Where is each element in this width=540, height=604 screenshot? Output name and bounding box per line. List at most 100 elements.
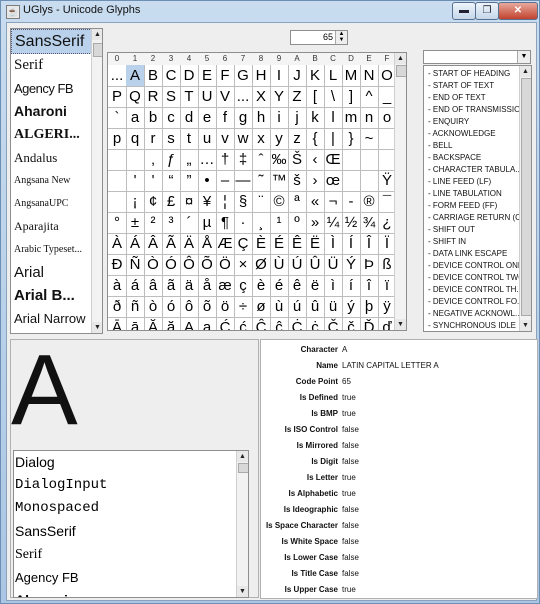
glyph-cell[interactable]: ó	[162, 296, 181, 318]
glyph-cell[interactable]: J	[288, 65, 307, 87]
font-list-bottom[interactable]: Dialog DialogInput Monospaced SansSerif Seri…	[13, 450, 249, 598]
font-list-item[interactable]: Aparajita	[11, 215, 102, 238]
font-list-item[interactable]: Arabic Typeset...	[11, 238, 102, 261]
glyph-cell[interactable]: E	[198, 65, 217, 87]
glyph-cell[interactable]: '	[144, 170, 163, 192]
glyph-cell[interactable]: ü	[324, 296, 343, 318]
glyph-cell[interactable]: n	[360, 107, 379, 129]
glyph-cell[interactable]: Ñ	[126, 254, 145, 276]
glyph-cell[interactable]: z	[288, 128, 307, 150]
glyph-cell[interactable]: r	[144, 128, 163, 150]
glyph-cell[interactable]: [	[306, 86, 325, 108]
code-point-spinner[interactable]: 65 ▲ ▼	[290, 30, 348, 45]
glyph-cell[interactable]: y	[270, 128, 289, 150]
glyph-cell[interactable]	[360, 149, 379, 171]
glyph-cell[interactable]: ă	[162, 317, 181, 330]
glyph-cell[interactable]: §	[234, 191, 253, 213]
font-list-item[interactable]: DialogInput	[14, 474, 248, 497]
scroll-down-icon[interactable]: ▼	[395, 319, 406, 330]
glyph-cell[interactable]: H	[252, 65, 271, 87]
font-list-item[interactable]: Aharoni	[14, 589, 248, 597]
glyph-cell[interactable]: ¹	[270, 212, 289, 234]
glyph-cell[interactable]: ð	[108, 296, 127, 318]
glyph-cell[interactable]: B	[144, 65, 163, 87]
glyph-cell[interactable]: ċ	[306, 317, 325, 330]
control-char-item[interactable]: - DEVICE CONTROL FO...	[424, 296, 531, 308]
glyph-cell[interactable]: ...	[108, 65, 127, 87]
glyph-cell[interactable]: N	[360, 65, 379, 87]
glyph-cell[interactable]: {	[306, 128, 325, 150]
glyph-cell[interactable]: ˜	[252, 170, 271, 192]
glyph-cell[interactable]: ·	[234, 212, 253, 234]
glyph-cell[interactable]: †	[216, 149, 235, 171]
glyph-cell[interactable]: Î	[360, 233, 379, 255]
glyph-cell[interactable]: h	[252, 107, 271, 129]
glyph-cell[interactable]: ¸	[252, 212, 271, 234]
glyph-cell[interactable]: q	[126, 128, 145, 150]
glyph-cell[interactable]: Ă	[144, 317, 163, 330]
font-list-top[interactable]: SansSerif Serif Agency FB Aharoni ALGERI... A…	[10, 28, 103, 334]
glyph-cell[interactable]: ª	[288, 191, 307, 213]
scroll-up-icon[interactable]: ▲	[237, 451, 248, 462]
glyph-cell[interactable]: F	[216, 65, 235, 87]
control-char-item[interactable]: - CHARACTER TABULA...	[424, 164, 531, 176]
glyph-cell[interactable]: œ	[324, 170, 343, 192]
scroll-thumb[interactable]	[93, 43, 102, 57]
glyph-cell[interactable]: …	[198, 149, 217, 171]
chevron-down-icon[interactable]: ▼	[517, 51, 530, 63]
glyph-cell[interactable]: ñ	[126, 296, 145, 318]
glyph-cell[interactable]: g	[234, 107, 253, 129]
control-char-item[interactable]: - START OF HEADING	[424, 68, 531, 80]
glyph-cell[interactable]: j	[288, 107, 307, 129]
glyph-cell[interactable]: č	[342, 317, 361, 330]
control-char-item[interactable]: - BACKSPACE	[424, 152, 531, 164]
glyph-cell[interactable]: V	[216, 86, 235, 108]
glyph-cell[interactable]: Ą	[180, 317, 199, 330]
glyph-cell[interactable]: ¥	[198, 191, 217, 213]
glyph-cell[interactable]: þ	[360, 296, 379, 318]
font-list-item[interactable]: AngsanaUPC	[11, 192, 102, 215]
glyph-cell[interactable]: ƒ	[162, 149, 181, 171]
glyph-cell[interactable]: É	[270, 233, 289, 255]
glyph-cell[interactable]: \	[324, 86, 343, 108]
font-list-bottom-scrollbar[interactable]: ▲ ▼	[236, 451, 248, 597]
glyph-cell[interactable]: ›	[306, 170, 325, 192]
control-char-item[interactable]: - NEGATIVE ACKNOWL...	[424, 308, 531, 320]
control-char-item[interactable]: - DEVICE CONTROL ONE	[424, 260, 531, 272]
font-list-item[interactable]: Andalus	[11, 146, 102, 169]
glyph-cell[interactable]: Ù	[270, 254, 289, 276]
glyph-cell[interactable]: ã	[162, 275, 181, 297]
glyph-cell[interactable]: ö	[216, 296, 235, 318]
glyph-cell[interactable]: é	[270, 275, 289, 297]
glyph-cell[interactable]: S	[162, 86, 181, 108]
glyph-cell[interactable]: Å	[198, 233, 217, 255]
glyph-cell[interactable]: Ë	[306, 233, 325, 255]
glyph-cell[interactable]: ‚	[144, 149, 163, 171]
glyph-cell[interactable]: ù	[270, 296, 289, 318]
scroll-up-icon[interactable]: ▲	[92, 29, 102, 40]
glyph-cell[interactable]: Ê	[288, 233, 307, 255]
glyph-cell[interactable]: ¤	[180, 191, 199, 213]
glyph-cell[interactable]: õ	[198, 296, 217, 318]
glyph-cell[interactable]: ¨	[252, 191, 271, 213]
font-list-item[interactable]: Arial Narrow	[11, 307, 102, 330]
glyph-cell[interactable]: Ç	[234, 233, 253, 255]
glyph-cell[interactable]: M	[342, 65, 361, 87]
font-list-item[interactable]: Serif	[14, 543, 248, 566]
glyph-cell[interactable]: –	[216, 170, 235, 192]
glyph-cell[interactable]: ²	[144, 212, 163, 234]
glyph-cell[interactable]: ¬	[324, 191, 343, 213]
glyph-cell[interactable]: e	[198, 107, 217, 129]
glyph-cell[interactable]: °	[108, 212, 127, 234]
glyph-cell[interactable]	[342, 149, 361, 171]
scroll-down-icon[interactable]: ▼	[520, 320, 531, 331]
glyph-cell[interactable]: È	[252, 233, 271, 255]
font-list-item[interactable]: Agency FB	[11, 77, 102, 100]
glyph-cell[interactable]: Q	[126, 86, 145, 108]
glyph-cell[interactable]: ý	[342, 296, 361, 318]
control-list-scrollbar[interactable]: ▲ ▼	[519, 66, 531, 331]
glyph-cell[interactable]: c	[162, 107, 181, 129]
glyph-cell[interactable]: µ	[198, 212, 217, 234]
glyph-cell[interactable]: ]	[342, 86, 361, 108]
glyph-cell[interactable]	[342, 170, 361, 192]
